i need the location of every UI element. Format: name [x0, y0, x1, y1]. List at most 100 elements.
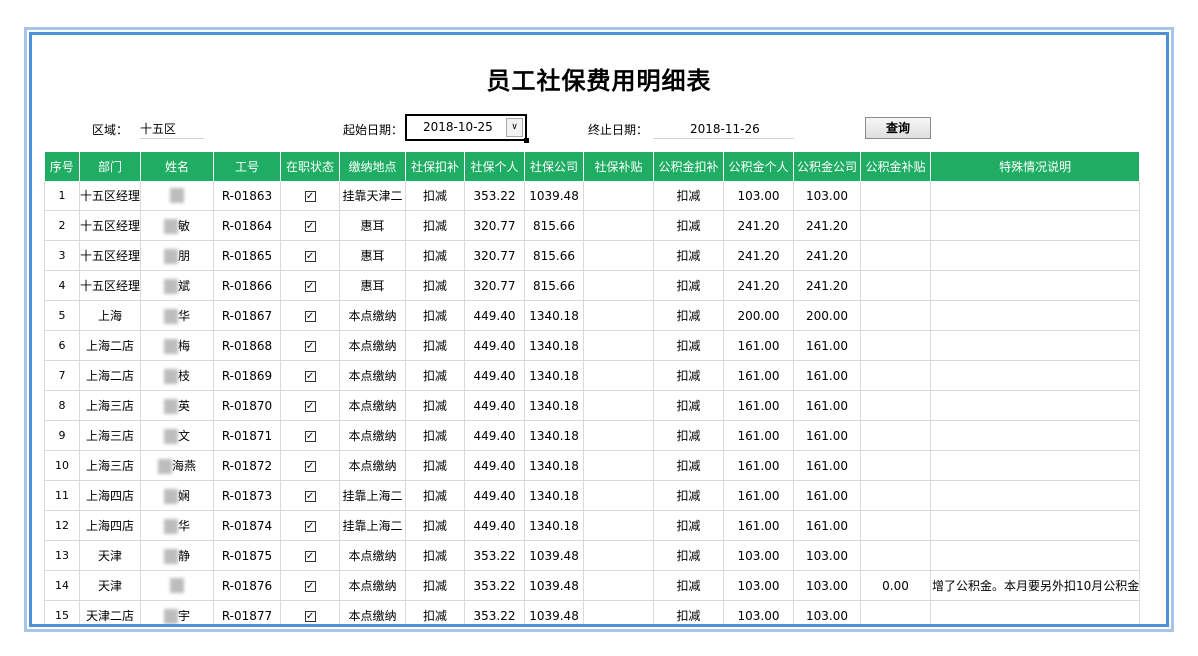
column-header[interactable]: 在职状态: [280, 152, 341, 181]
table-row[interactable]: 9 上海三店文 R-01871 ✓ 本点缴纳 扣减 449.40 1340.18 扣减 161.0…: [44, 420, 1141, 451]
column-header[interactable]: 公积金扣补: [653, 152, 725, 181]
column-header[interactable]: 社保扣补: [405, 152, 466, 181]
cell-note: [930, 181, 1141, 211]
column-header[interactable]: 序号: [44, 152, 80, 181]
active-checkbox[interactable]: ✓: [304, 340, 316, 352]
table-row[interactable]: 7 上海二店枝 R-01869 ✓ 本点缴纳 扣减 449.40 1340.18 扣减 161.0…: [44, 360, 1141, 391]
table-row[interactable]: 1 十五区经理 R-01863 ✓ 挂靠天津二 扣减 353.22 1039.48 扣减 103.…: [44, 181, 1141, 211]
table-row[interactable]: 6 上海二店梅 R-01868 ✓ 本点缴纳 扣减 449.40 1340.18 扣减 161.0…: [44, 330, 1141, 361]
cell-hf-subsidy: [860, 300, 932, 331]
column-header[interactable]: 社保补贴: [583, 152, 655, 181]
table-row[interactable]: 5 上海华 R-01867 ✓ 本点缴纳 扣减 449.40 1340.18 扣减 200.00 2…: [44, 300, 1141, 331]
name-visible-part: 海燕: [172, 459, 197, 473]
active-checkbox[interactable]: ✓: [304, 220, 316, 232]
active-checkbox[interactable]: ✓: [304, 580, 316, 592]
cell-ss-adj: 扣减: [405, 540, 466, 571]
column-header[interactable]: 特殊情况说明: [930, 152, 1141, 181]
cell-hf-subsidy: [860, 181, 932, 211]
table-row[interactable]: 15 天津二店宇 R-01877 ✓ 本点缴纳 扣减 353.22 1039.48 扣减 103.…: [44, 600, 1141, 624]
active-checkbox[interactable]: ✓: [304, 190, 316, 202]
cell-hf-personal: 200.00: [723, 300, 795, 331]
active-checkbox[interactable]: ✓: [304, 490, 316, 502]
cell-ss-subsidy: [583, 390, 655, 421]
cell-active-status: ✓: [280, 300, 341, 331]
cell-ss-personal: 449.40: [464, 300, 526, 331]
column-header[interactable]: 姓名: [140, 152, 215, 181]
cell-hf-adj: 扣减: [653, 181, 725, 211]
active-checkbox[interactable]: ✓: [304, 280, 316, 292]
table-row[interactable]: 14 天津 R-01876 ✓ 本点缴纳 扣减 353.22 1039.48 扣减 103.00 1…: [44, 570, 1141, 601]
cell-note: [930, 420, 1141, 451]
cell-ss-adj: 扣减: [405, 480, 466, 511]
table-row[interactable]: 10 上海三店 海燕 R-01872 ✓ 本点缴纳 扣减 449.40 1340.18 扣减 161…: [44, 450, 1141, 481]
cell-name: 敏: [140, 210, 215, 241]
cell-ss-personal: 353.22: [464, 570, 526, 601]
region-field[interactable]: 十五区: [140, 119, 204, 139]
active-checkbox[interactable]: ✓: [304, 310, 316, 322]
cell-ss-company: 1039.48: [524, 570, 585, 601]
table-row[interactable]: 2 十五区经理敏 R-01864 ✓ 惠耳 扣减 320.77 815.66 扣减 241.20 2…: [44, 210, 1141, 241]
end-date-label: 终止日期：: [588, 123, 649, 137]
name-visible-part: 华: [178, 519, 191, 533]
active-checkbox[interactable]: ✓: [304, 550, 316, 562]
cell-note: [930, 390, 1141, 421]
cell-dept: 上海二店: [79, 330, 142, 361]
column-header[interactable]: 缴纳地点: [339, 152, 407, 181]
column-header[interactable]: 公积金公司: [793, 152, 862, 181]
column-header[interactable]: 公积金补贴: [860, 152, 932, 181]
cell-dept: 上海二店: [79, 360, 142, 391]
table-row[interactable]: 3 十五区经理朋 R-01865 ✓ 惠耳 扣减 320.77 815.66 扣减 241.20 2…: [44, 240, 1141, 271]
cell-ss-personal: 353.22: [464, 600, 526, 624]
cell-ss-adj: 扣减: [405, 240, 466, 271]
start-date-select[interactable]: 2018-10-25 ∨: [405, 114, 529, 143]
table-row[interactable]: 4 十五区经理斌 R-01866 ✓ 惠耳 扣减 320.77 815.66 扣减 241.20 2…: [44, 270, 1141, 301]
end-date-field[interactable]: 2018-11-26: [653, 119, 794, 139]
cell-no: 7: [44, 360, 80, 391]
cell-dept: 天津: [79, 570, 142, 601]
active-checkbox[interactable]: ✓: [304, 610, 316, 622]
cell-hf-personal: 241.20: [723, 270, 795, 301]
cell-hf-personal: 161.00: [723, 480, 795, 511]
cell-hf-subsidy: [860, 210, 932, 241]
cell-hf-company: 161.00: [793, 390, 862, 421]
cell-name: 宇: [140, 600, 215, 624]
cell-ss-subsidy: [583, 330, 655, 361]
column-header[interactable]: 部门: [79, 152, 142, 181]
table-row[interactable]: 12 上海四店华 R-01874 ✓ 挂靠上海二 扣减 449.40 1340.18 扣减 161…: [44, 510, 1141, 541]
cell-name: 斌: [140, 270, 215, 301]
cell-name: [140, 181, 215, 211]
cell-no: 2: [44, 210, 80, 241]
cell-ss-subsidy: [583, 480, 655, 511]
cell-location: 本点缴纳: [339, 420, 407, 451]
chevron-down-icon[interactable]: ∨: [506, 118, 523, 137]
cell-id: R-01863: [213, 181, 282, 211]
column-header[interactable]: 社保公司: [524, 152, 585, 181]
table-row[interactable]: 11 上海四店娴 R-01873 ✓ 挂靠上海二 扣减 449.40 1340.18 扣减 161…: [44, 480, 1141, 511]
cell-active-status: ✓: [280, 600, 341, 624]
active-checkbox[interactable]: ✓: [304, 400, 316, 412]
cell-ss-adj: 扣减: [405, 330, 466, 361]
redacted-name-mask: [164, 369, 178, 384]
cell-name: 娴: [140, 480, 215, 511]
cell-note: [930, 480, 1141, 511]
column-header[interactable]: 社保个人: [464, 152, 526, 181]
query-button[interactable]: 查询: [865, 117, 931, 139]
cell-hf-subsidy: [860, 510, 932, 541]
table-row[interactable]: 13 天津静 R-01875 ✓ 本点缴纳 扣减 353.22 1039.48 扣减 103.00…: [44, 540, 1141, 571]
active-checkbox[interactable]: ✓: [304, 520, 316, 532]
cell-hf-adj: 扣减: [653, 360, 725, 391]
column-header[interactable]: 公积金个人: [723, 152, 795, 181]
cell-ss-company: 815.66: [524, 240, 585, 271]
active-checkbox[interactable]: ✓: [304, 250, 316, 262]
active-checkbox[interactable]: ✓: [304, 460, 316, 472]
cell-ss-personal: 449.40: [464, 390, 526, 421]
active-checkbox[interactable]: ✓: [304, 370, 316, 382]
active-checkbox[interactable]: ✓: [304, 430, 316, 442]
cell-ss-adj: 扣减: [405, 270, 466, 301]
name-visible-part: 敏: [178, 219, 191, 233]
cell-location: 惠耳: [339, 210, 407, 241]
cell-dept: 上海: [79, 300, 142, 331]
column-header[interactable]: 工号: [213, 152, 282, 181]
table-row[interactable]: 8 上海三店英 R-01870 ✓ 本点缴纳 扣减 449.40 1340.18 扣减 161.0…: [44, 390, 1141, 421]
cell-active-status: ✓: [280, 360, 341, 391]
